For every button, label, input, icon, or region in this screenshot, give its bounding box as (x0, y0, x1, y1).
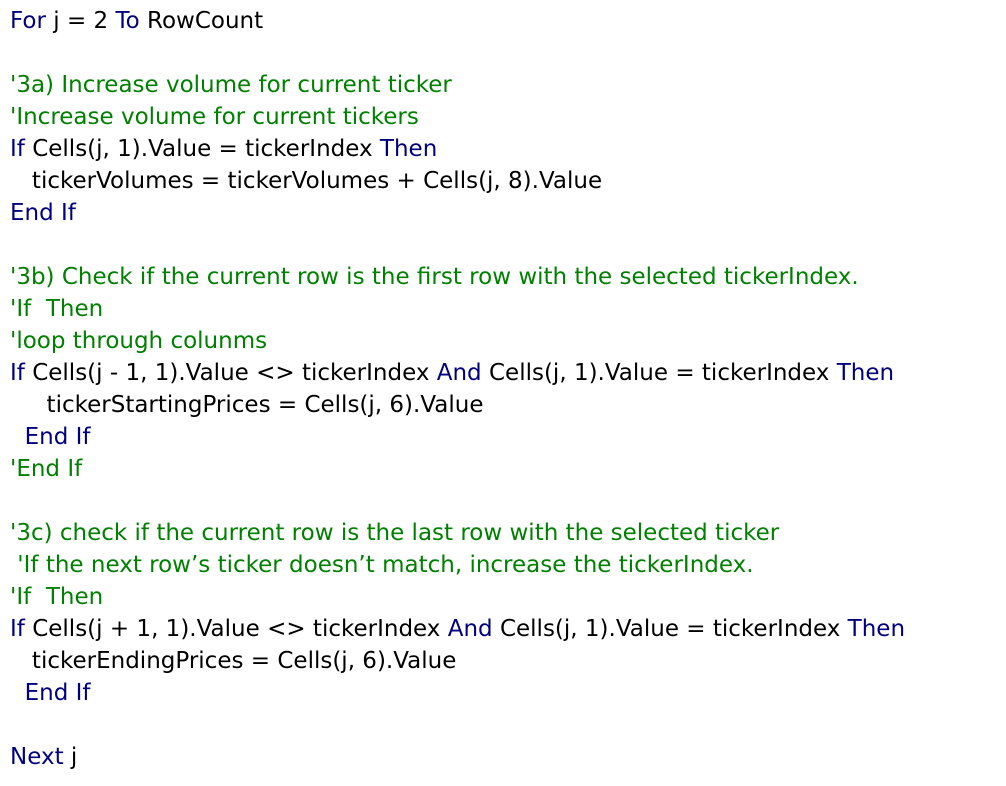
keyword-token: And (447, 616, 493, 642)
keyword-token: End If (24, 424, 91, 450)
keyword-token: Then (836, 360, 895, 386)
code-line: tickerVolumes = tickerVolumes + Cells(j,… (10, 165, 602, 197)
keyword-token: If (10, 136, 25, 162)
code-line: 'If Then (10, 581, 103, 613)
code-line: tickerEndingPrices = Cells(j, 6).Value (10, 645, 456, 677)
code-token: j = 2 (45, 8, 116, 34)
code-token: tickerStartingPrices = Cells(j, 6).Value (10, 392, 484, 418)
comment-token: 'If the next row’s ticker doesn’t match,… (10, 552, 754, 578)
keyword-token: If (10, 360, 25, 386)
code-token: RowCount (139, 8, 264, 34)
code-line: tickerStartingPrices = Cells(j, 6).Value (10, 389, 484, 421)
code-line: '3b) Check if the current row is the fir… (10, 261, 859, 293)
comment-token: '3b) Check if the current row is the fir… (10, 264, 859, 290)
code-line: Next j (10, 741, 77, 773)
code-line: If Cells(j - 1, 1).Value <> tickerIndex … (10, 357, 894, 389)
code-line: End If (10, 421, 91, 453)
comment-token: 'Increase volume for current tickers (10, 104, 419, 130)
code-line: 'End If (10, 453, 82, 485)
code-line: 'Increase volume for current tickers (10, 101, 419, 133)
comment-token: 'If Then (10, 584, 104, 610)
comment-token: '3a) Increase volume for current ticker (10, 72, 452, 98)
code-token: Cells(j, 1).Value = tickerIndex (24, 136, 380, 162)
comment-token: 'End If (10, 456, 83, 482)
code-editor[interactable]: For j = 2 To RowCount '3a) Increase volum… (0, 0, 1006, 786)
keyword-token: To (115, 8, 140, 34)
code-token: Cells(j, 1).Value = tickerIndex (492, 616, 848, 642)
code-line: End If (10, 677, 91, 709)
code-line: End If (10, 197, 76, 229)
keyword-token: For (10, 8, 46, 34)
code-line: If Cells(j + 1, 1).Value <> tickerIndex … (10, 613, 905, 645)
keyword-token: And (436, 360, 482, 386)
code-line: 'loop through colunms (10, 325, 267, 357)
code-token: tickerVolumes = tickerVolumes + Cells(j,… (10, 168, 603, 194)
code-token: Cells(j, 1).Value = tickerIndex (481, 360, 837, 386)
keyword-token: End If (24, 680, 91, 706)
code-line: 'If the next row’s ticker doesn’t match,… (10, 549, 754, 581)
code-line: '3a) Increase volume for current ticker (10, 69, 452, 101)
keyword-token: End If (10, 200, 76, 226)
keyword-token: Then (379, 136, 438, 162)
code-line: For j = 2 To RowCount (10, 5, 263, 37)
code-token: Cells(j + 1, 1).Value <> tickerIndex (24, 616, 448, 642)
code-line: 'If Then (10, 293, 103, 325)
comment-token: '3c) check if the current row is the las… (10, 520, 780, 546)
code-token: j (63, 744, 78, 770)
code-line: If Cells(j, 1).Value = tickerIndex Then (10, 133, 437, 165)
comment-token: 'If Then (10, 296, 104, 322)
keyword-token: Then (847, 616, 906, 642)
keyword-token: Next (10, 744, 64, 770)
keyword-token: If (10, 616, 25, 642)
code-line: '3c) check if the current row is the las… (10, 517, 779, 549)
comment-token: 'loop through colunms (10, 328, 268, 354)
code-token: Cells(j - 1, 1).Value <> tickerIndex (24, 360, 437, 386)
code-token: tickerEndingPrices = Cells(j, 6).Value (10, 648, 457, 674)
